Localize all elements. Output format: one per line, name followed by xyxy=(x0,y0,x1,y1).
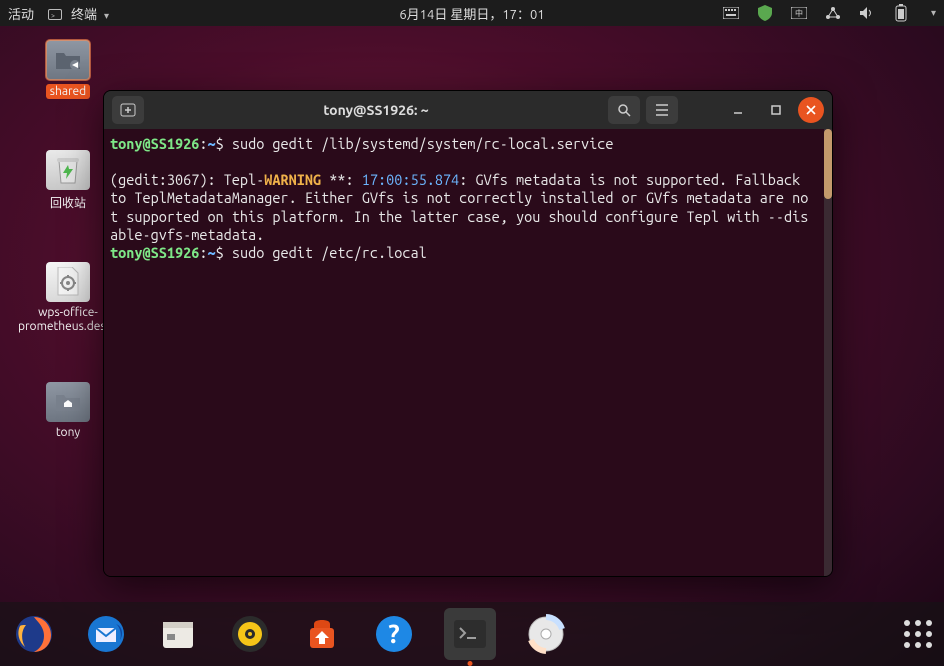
file-icon xyxy=(46,262,90,302)
search-button[interactable] xyxy=(608,96,640,124)
software-icon xyxy=(302,614,342,654)
folder-icon xyxy=(46,40,90,80)
system-menu-caret-icon[interactable]: ▾ xyxy=(931,7,936,19)
clock[interactable]: 6月14日 星期日，17：01 xyxy=(399,4,544,23)
files-icon xyxy=(158,614,198,654)
chevron-down-icon: ▾ xyxy=(104,10,109,21)
minimize-icon xyxy=(732,104,744,116)
dock-app-thunderbird[interactable] xyxy=(84,612,128,656)
volume-icon[interactable] xyxy=(859,5,875,21)
dock-app-terminal[interactable] xyxy=(444,608,496,660)
desktop-icon-label: 回收站 xyxy=(50,197,86,210)
firefox-icon xyxy=(14,614,54,654)
close-icon xyxy=(806,105,816,115)
search-icon xyxy=(617,103,631,117)
home-folder-icon xyxy=(46,382,90,422)
trash-icon xyxy=(46,150,90,190)
help-icon: ? xyxy=(374,614,414,654)
close-button[interactable] xyxy=(798,97,824,123)
rhythmbox-icon xyxy=(230,614,270,654)
maximize-button[interactable] xyxy=(760,96,792,124)
desktop-icon-label: shared xyxy=(46,84,90,99)
prompt-user: tony@SS1926 xyxy=(110,135,199,152)
minimize-button[interactable] xyxy=(722,96,754,124)
hamburger-icon xyxy=(655,104,669,116)
dock-app-disc[interactable] xyxy=(524,612,568,656)
dock-app-firefox[interactable] xyxy=(12,612,56,656)
battery-icon[interactable] xyxy=(893,5,909,21)
dock-app-rhythmbox[interactable] xyxy=(228,612,272,656)
desktop-icon-label: tony xyxy=(56,426,80,439)
terminal-line: (gedit:3067): Tepl-WARNING **: 17:00:55.… xyxy=(110,171,816,244)
timestamp: 17:00:55.874 xyxy=(362,171,459,188)
svg-text:?: ? xyxy=(388,619,399,648)
top-bar: 活动 >_ 终端 ▾ 6月14日 星期日，17：01 中 ▾ xyxy=(0,0,944,26)
terminal-body[interactable]: tony@SS1926:~$ sudo gedit /lib/systemd/s… xyxy=(104,129,832,576)
show-applications-button[interactable] xyxy=(904,620,932,648)
prompt-path: ~ xyxy=(207,244,215,261)
prompt-user: tony@SS1926 xyxy=(110,244,199,261)
terminal-line xyxy=(110,153,816,171)
terminal-line: tony@SS1926:~$ sudo gedit /lib/systemd/s… xyxy=(110,135,816,153)
terminal-icon xyxy=(450,614,490,654)
dock-app-help[interactable]: ? xyxy=(372,612,416,656)
app-menu-label: 终端 xyxy=(71,8,97,22)
svg-text:中: 中 xyxy=(795,8,803,18)
window-titlebar[interactable]: tony@SS1926: ~ xyxy=(104,91,832,129)
input-method-icon[interactable]: 中 xyxy=(791,5,807,21)
keyboard-icon[interactable] xyxy=(723,5,739,21)
command-text: sudo gedit /etc/rc.local xyxy=(232,244,427,261)
prompt-path: ~ xyxy=(207,135,215,152)
new-tab-button[interactable] xyxy=(112,96,144,124)
dock-app-software[interactable] xyxy=(300,612,344,656)
terminal-line: tony@SS1926:~$ sudo gedit /etc/rc.local xyxy=(110,244,816,262)
dock: ? xyxy=(0,602,944,666)
hamburger-menu-button[interactable] xyxy=(646,96,678,124)
command-text: sudo gedit /lib/systemd/system/rc-local.… xyxy=(232,135,614,152)
disc-icon xyxy=(526,614,566,654)
warning-label: WARNING xyxy=(264,171,321,188)
terminal-window: tony@SS1926: ~ tony@SS1926:~$ sudo gedit… xyxy=(103,90,833,577)
app-menu[interactable]: >_ 终端 ▾ xyxy=(48,4,109,23)
terminal-indicator-icon: >_ xyxy=(48,9,62,20)
window-title: tony@SS1926: ~ xyxy=(150,102,602,118)
thunderbird-icon xyxy=(86,614,126,654)
dock-app-files[interactable] xyxy=(156,612,200,656)
network-icon[interactable] xyxy=(825,5,841,21)
desktop-icon-shared[interactable]: shared xyxy=(18,40,118,99)
shield-icon[interactable] xyxy=(757,5,773,21)
maximize-icon xyxy=(770,104,782,116)
activities-button[interactable]: 活动 xyxy=(8,4,34,23)
